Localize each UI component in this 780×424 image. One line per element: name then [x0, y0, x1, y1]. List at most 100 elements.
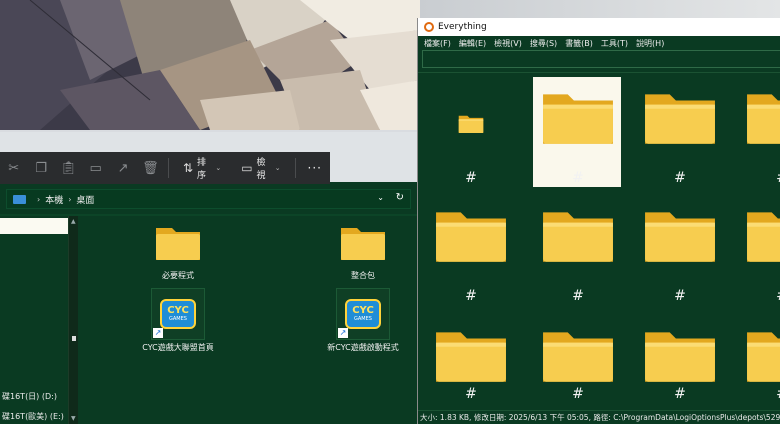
file-explorer-window: ✂ ❐ 📋︎ ▭ ↗ 🗑︎ ⇅ 排序 ⌄ ▭ 檢視 ⌄ ··· › 本機 › 桌… — [0, 132, 417, 424]
result-item[interactable]: # — [533, 318, 623, 406]
divider — [418, 72, 780, 73]
menu-view[interactable]: 檢視(V) — [494, 38, 522, 49]
folder-icon — [458, 115, 484, 134]
result-item-label: # — [465, 288, 477, 304]
folder-icon — [645, 332, 715, 382]
nav-scrollbar[interactable]: ▲ ▼ — [68, 216, 78, 424]
rename-icon[interactable]: ▭ — [82, 152, 109, 184]
desktop-item-label: 新CYC遊戲啟動程式 — [327, 343, 399, 352]
nav-item-selected[interactable] — [0, 218, 68, 234]
app-icon: CYC GAMES ↗ — [151, 288, 205, 340]
folder-icon — [156, 228, 200, 260]
chevron-down-icon: ⌄ — [274, 164, 281, 172]
folder-icon — [747, 94, 780, 144]
chevron-down-icon: ⌄ — [215, 164, 222, 172]
result-item-label: # — [737, 170, 780, 186]
result-item[interactable]: # — [737, 80, 780, 186]
status-bar: 大小: 1.83 KB, 修改日期: 2025/6/13 下午 05:05, 路… — [418, 410, 780, 424]
explorer-command-bar: ✂ ❐ 📋︎ ▭ ↗ 🗑︎ ⇅ 排序 ⌄ ▭ 檢視 ⌄ ··· — [0, 152, 330, 184]
menu-edit[interactable]: 編輯(E) — [459, 38, 486, 49]
desktop-item-shortcut[interactable]: CYC GAMES ↗ CYC遊戲大聯盟首頁 — [140, 288, 216, 353]
desktop-wallpaper — [0, 0, 420, 140]
sort-button[interactable]: ⇅ 排序 ⌄ — [173, 152, 231, 184]
result-item[interactable]: # — [426, 198, 516, 304]
result-item[interactable]: # — [426, 318, 516, 406]
result-item-label: # — [465, 386, 477, 402]
menu-bar: 檔案(F) 編輯(E) 檢視(V) 搜尋(S) 書籤(B) 工具(T) 說明(H… — [418, 36, 780, 50]
more-button[interactable]: ··· — [300, 161, 330, 175]
scroll-thumb[interactable] — [72, 336, 76, 341]
menu-tools[interactable]: 工具(T) — [601, 38, 628, 49]
menu-help[interactable]: 說明(H) — [636, 38, 664, 49]
search-input[interactable] — [422, 50, 780, 68]
view-icon: ▭ — [241, 161, 253, 175]
scroll-down-icon[interactable]: ▼ — [71, 415, 76, 422]
breadcrumb-separator: › — [68, 194, 72, 204]
result-item-label: # — [737, 386, 780, 402]
sort-icon: ⇅ — [182, 161, 194, 175]
result-item-label: # — [465, 170, 477, 186]
refresh-icon[interactable]: ↻ — [396, 192, 404, 203]
folder-icon — [645, 94, 715, 144]
folder-icon — [436, 332, 506, 382]
result-item-label: # — [674, 386, 686, 402]
breadcrumb-separator: › — [37, 194, 41, 204]
desktop-item-label: 整合包 — [351, 271, 375, 280]
chevron-down-icon[interactable]: ⌄ — [377, 193, 384, 202]
menu-file[interactable]: 檔案(F) — [424, 38, 451, 49]
folder-icon — [543, 94, 613, 144]
toolbar-divider — [294, 158, 296, 178]
copy-icon[interactable]: ❐ — [27, 152, 54, 184]
result-item[interactable]: # — [533, 80, 623, 186]
desktop-item-folder[interactable]: 必要程式 — [140, 224, 216, 281]
delete-icon[interactable]: 🗑︎ — [137, 152, 164, 184]
cyc-games-logo-icon: CYC GAMES — [345, 299, 381, 329]
result-item[interactable]: # — [737, 318, 780, 406]
folder-icon — [436, 212, 506, 262]
folder-icon — [747, 332, 780, 382]
result-item[interactable]: # — [635, 80, 725, 186]
result-item[interactable]: # — [533, 198, 623, 304]
everything-title-bar[interactable]: Everything — [418, 18, 780, 36]
menu-search[interactable]: 搜尋(S) — [530, 38, 557, 49]
everything-logo-icon — [424, 22, 434, 32]
result-item[interactable]: # — [426, 80, 516, 186]
folder-icon — [543, 332, 613, 382]
toolbar-divider — [168, 158, 169, 178]
result-item-label: # — [674, 288, 686, 304]
nav-item-drive-e[interactable]: 碟16T(歐美) (E:) — [2, 411, 64, 422]
app-icon: CYC GAMES ↗ — [336, 288, 390, 340]
shortcut-arrow-icon: ↗ — [338, 328, 348, 338]
result-item[interactable]: # — [737, 198, 780, 304]
screen: ✂ ❐ 📋︎ ▭ ↗ 🗑︎ ⇅ 排序 ⌄ ▭ 檢視 ⌄ ··· › 本機 › 桌… — [0, 0, 780, 424]
nav-item-drive-d[interactable]: 碟16T(日) (D:) — [2, 391, 57, 402]
address-bar[interactable]: › 本機 › 桌面 ⌄ ↻ — [6, 189, 411, 209]
desktop-item-label: CYC遊戲大聯盟首頁 — [142, 343, 214, 352]
result-item-label: # — [572, 288, 584, 304]
desktop-item-folder[interactable]: 整合包 — [325, 224, 401, 281]
breadcrumb-this-pc[interactable]: 本機 — [45, 193, 63, 206]
folder-icon — [341, 228, 385, 260]
result-item-label: # — [674, 170, 686, 186]
cyc-games-logo-icon: CYC GAMES — [160, 299, 196, 329]
paste-icon[interactable]: 📋︎ — [55, 152, 82, 184]
desktop-strip — [420, 0, 780, 20]
scroll-up-icon[interactable]: ▲ — [71, 218, 76, 225]
view-button[interactable]: ▭ 檢視 ⌄ — [231, 152, 290, 184]
desktop-item-label: 必要程式 — [162, 271, 194, 280]
folder-icon — [543, 212, 613, 262]
folder-icon — [747, 212, 780, 262]
cut-icon[interactable]: ✂ — [0, 152, 27, 184]
share-icon[interactable]: ↗ — [109, 152, 136, 184]
result-item-label: # — [737, 288, 780, 304]
breadcrumb-desktop[interactable]: 桌面 — [76, 193, 94, 206]
pc-icon — [13, 194, 26, 204]
result-item[interactable]: # — [635, 198, 725, 304]
folder-icon — [645, 212, 715, 262]
view-label: 檢視 — [256, 158, 266, 181]
desktop-item-shortcut[interactable]: CYC GAMES ↗ 新CYC遊戲啟動程式 — [325, 288, 401, 353]
window-title: Everything — [438, 22, 487, 32]
menu-bookmarks[interactable]: 書籤(B) — [565, 38, 593, 49]
result-item[interactable]: # — [635, 318, 725, 406]
sort-label: 排序 — [197, 158, 207, 181]
